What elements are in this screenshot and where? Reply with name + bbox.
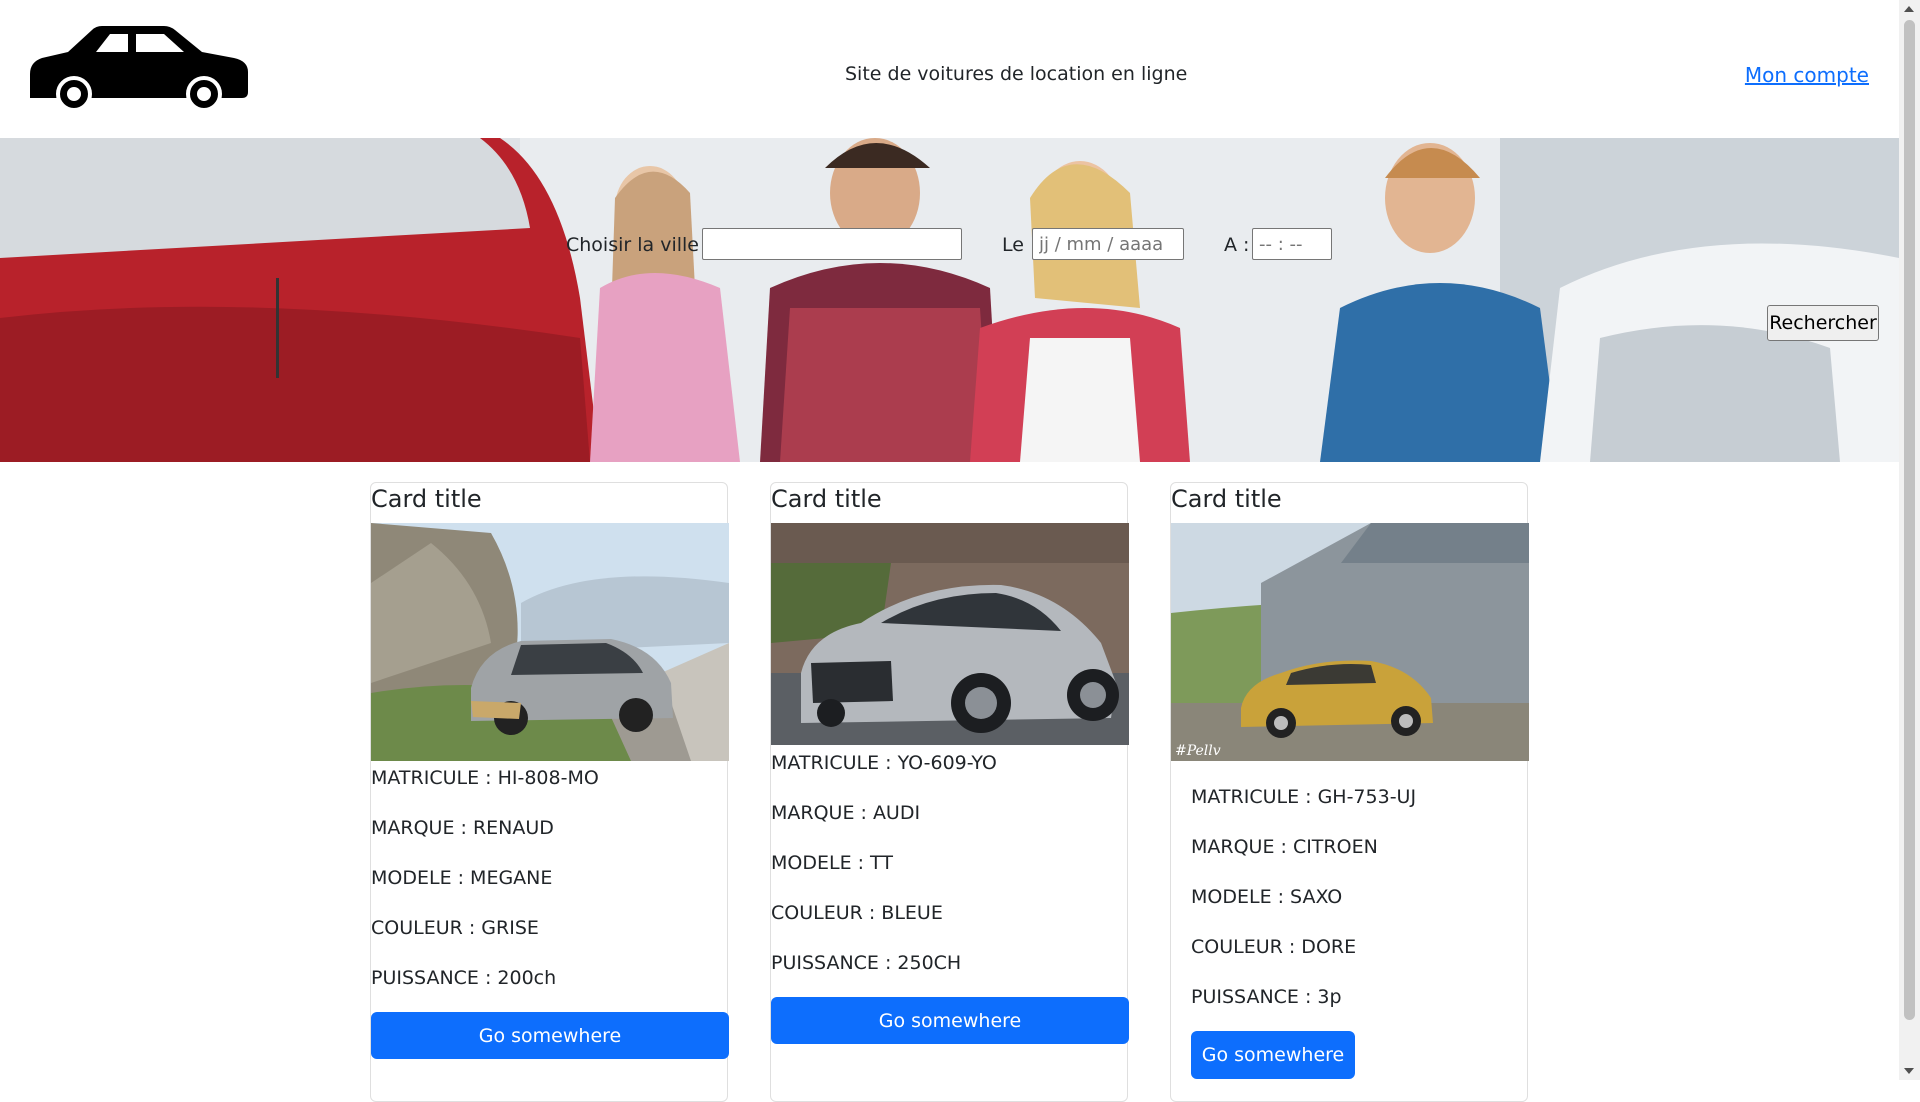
spec-matricule: MATRICULE : YO-609-YO [771,752,997,774]
spec-marque: MARQUE : RENAUD [371,817,554,839]
spec-marque: MARQUE : AUDI [771,802,921,824]
spec-puissance: PUISSANCE : 3p [1191,986,1342,1008]
scroll-thumb[interactable] [1904,20,1915,1020]
site-header: Site de voitures de location en ligne Mo… [0,0,1899,138]
time-input[interactable] [1252,228,1332,260]
scroll-down-icon[interactable] [1904,1068,1914,1074]
photo-watermark: #Pellv [1175,743,1221,759]
spec-modele: MODELE : MEGANE [371,867,553,889]
car-card: Card title MATRICULE : YO-609-YO MARQUE … [770,482,1129,1102]
go-somewhere-button[interactable]: Go somewhere [1191,1031,1355,1079]
spec-matricule: MATRICULE : HI-808-MO [371,767,599,789]
car-card: Card title MATRICULE : HI-808-MO MARQUE … [370,482,729,1102]
spec-modele: MODELE : SAXO [1191,886,1343,908]
hero-banner: Choisir la ville : Le : A : Rechercher [0,138,1899,462]
site-title: Site de voitures de location en ligne [845,63,1188,85]
car-photo [371,523,729,761]
car-card: Card title #Pellv MATRICULE : GH-753-UJ … [1170,482,1529,1102]
spec-modele: MODELE : TT [771,852,893,874]
spec-puissance: PUISSANCE : 200ch [371,967,557,989]
spec-matricule: MATRICULE : GH-753-UJ [1191,786,1417,808]
spec-couleur: COULEUR : GRISE [371,917,539,939]
city-label: Choisir la ville : [566,234,712,256]
city-input[interactable] [702,228,962,260]
account-link[interactable]: Mon compte [1745,63,1869,87]
search-button[interactable]: Rechercher [1767,305,1879,341]
car-photo [771,523,1129,745]
search-form: Choisir la ville : Le : A : Rechercher [0,138,1899,462]
scroll-up-icon[interactable] [1904,6,1914,12]
spec-marque: MARQUE : CITROEN [1191,836,1378,858]
date-input[interactable] [1032,228,1184,260]
card-title: Card title [1171,485,1282,513]
spec-couleur: COULEUR : DORE [1191,936,1357,958]
page-scrollbar[interactable] [1899,0,1920,1080]
spec-couleur: COULEUR : BLEUE [771,902,943,924]
card-title: Card title [371,485,482,513]
card-title: Card title [771,485,882,513]
car-photo: #Pellv [1171,523,1529,761]
car-icon[interactable] [30,26,250,110]
go-somewhere-button[interactable]: Go somewhere [371,1012,729,1059]
go-somewhere-button[interactable]: Go somewhere [771,997,1129,1044]
spec-puissance: PUISSANCE : 250CH [771,952,962,974]
time-label: A : [1224,234,1250,256]
